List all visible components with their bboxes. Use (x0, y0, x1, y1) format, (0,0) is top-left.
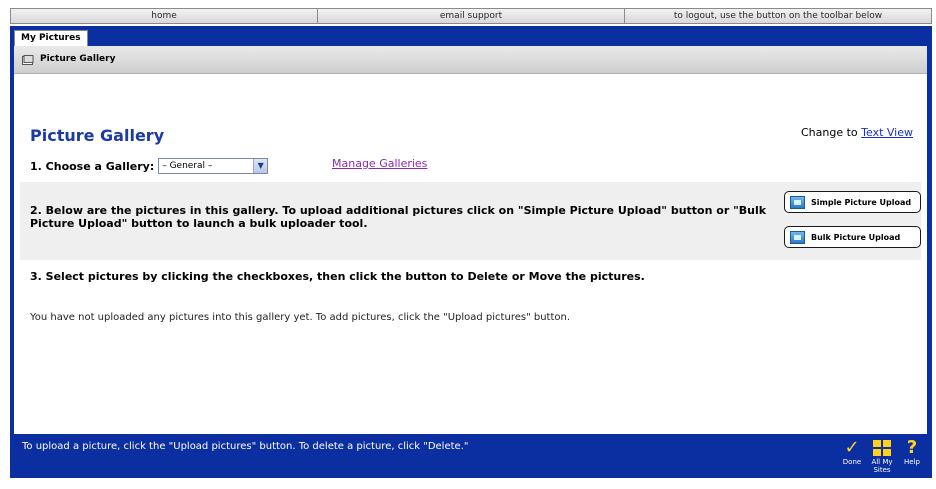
gallery-icon (22, 55, 34, 65)
footer-toolbar: ✓ Done All My Sites ? Help (840, 438, 924, 475)
simple-upload-label: Simple Picture Upload (811, 197, 912, 207)
help-label: Help (904, 458, 920, 466)
email-support-link[interactable]: email support (318, 9, 625, 23)
checkmark-icon: ✓ (844, 437, 860, 458)
all-my-sites-button[interactable]: All My Sites (870, 438, 894, 474)
page-title: Picture Gallery (30, 126, 165, 145)
bulk-upload-label: Bulk Picture Upload (811, 232, 901, 242)
simple-upload-button[interactable]: Simple Picture Upload (784, 191, 921, 213)
upload-icon (790, 195, 805, 209)
footer-hint: To upload a picture, click the "Upload p… (22, 441, 469, 452)
content-panel: Picture Gallery Picture Gallery Change t… (14, 46, 927, 434)
upload-instructions: 2. Below are the pictures in this galler… (30, 204, 767, 230)
top-nav: home email support to logout, use the bu… (10, 8, 932, 24)
choose-gallery-row: 1. Choose a Gallery: – General – ▼ (30, 158, 269, 174)
logout-hint: to logout, use the button on the toolbar… (625, 9, 931, 23)
done-label: Done (842, 458, 862, 466)
help-button[interactable]: ? Help (900, 438, 924, 474)
done-button[interactable]: ✓ Done (840, 438, 864, 474)
text-view-link[interactable]: Text View (861, 126, 913, 139)
change-to-label: Change to (800, 126, 858, 139)
app-frame: My Pictures Picture Gallery Picture Gall… (10, 26, 932, 478)
home-link[interactable]: home (11, 9, 318, 23)
all-my-sites-label: All My Sites (871, 458, 893, 474)
tab-my-pictures[interactable]: My Pictures (14, 30, 88, 46)
change-view: Change to Text View (801, 126, 913, 139)
section-header: Picture Gallery (14, 46, 927, 74)
select-pictures-instructions: 3. Select pictures by clicking the check… (30, 270, 645, 283)
section-title: Picture Gallery (40, 54, 116, 64)
gallery-select[interactable]: – General – ▼ (158, 158, 269, 174)
bulk-upload-button[interactable]: Bulk Picture Upload (784, 226, 921, 248)
choose-gallery-label: 1. Choose a Gallery: (30, 159, 155, 173)
gallery-select-value: – General – (162, 161, 213, 171)
empty-gallery-message: You have not uploaded any pictures into … (30, 312, 571, 323)
manage-galleries-link[interactable]: Manage Galleries (332, 157, 427, 170)
grid-icon (873, 438, 891, 458)
chevron-down-icon: ▼ (253, 159, 268, 173)
help-icon: ? (906, 437, 918, 458)
upload-icon (790, 230, 805, 244)
